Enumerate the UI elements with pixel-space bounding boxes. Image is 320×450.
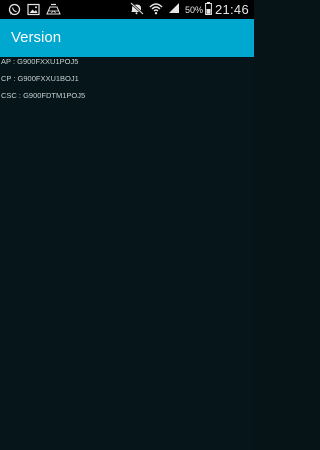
wifi-icon (149, 2, 163, 18)
action-bar: Version (0, 19, 254, 57)
mute-icon (130, 1, 144, 18)
battery-icon (205, 1, 212, 18)
system-indicators: 50% 21:46 (130, 1, 249, 18)
notification-icons (8, 3, 65, 16)
mileage-app-icon (46, 3, 61, 16)
signal-icon (168, 2, 180, 17)
version-row-cp: CP : G900FXXU1BOJ1 (1, 74, 79, 83)
version-row-csc: CSC : G900FDTM1POJ5 (1, 91, 86, 100)
version-row-ap: AP : G900FXXU1POJ5 (1, 57, 79, 66)
clock: 21:46 (214, 2, 249, 17)
page-title: Version (11, 29, 62, 46)
screen: 50% 21:46 Version AP : G900FXXU1POJ5 CP … (0, 0, 254, 450)
whatsapp-icon (8, 3, 21, 16)
image-notification-icon (27, 3, 40, 16)
status-bar: 50% 21:46 (0, 0, 254, 19)
battery-percent: 50% (184, 4, 203, 15)
